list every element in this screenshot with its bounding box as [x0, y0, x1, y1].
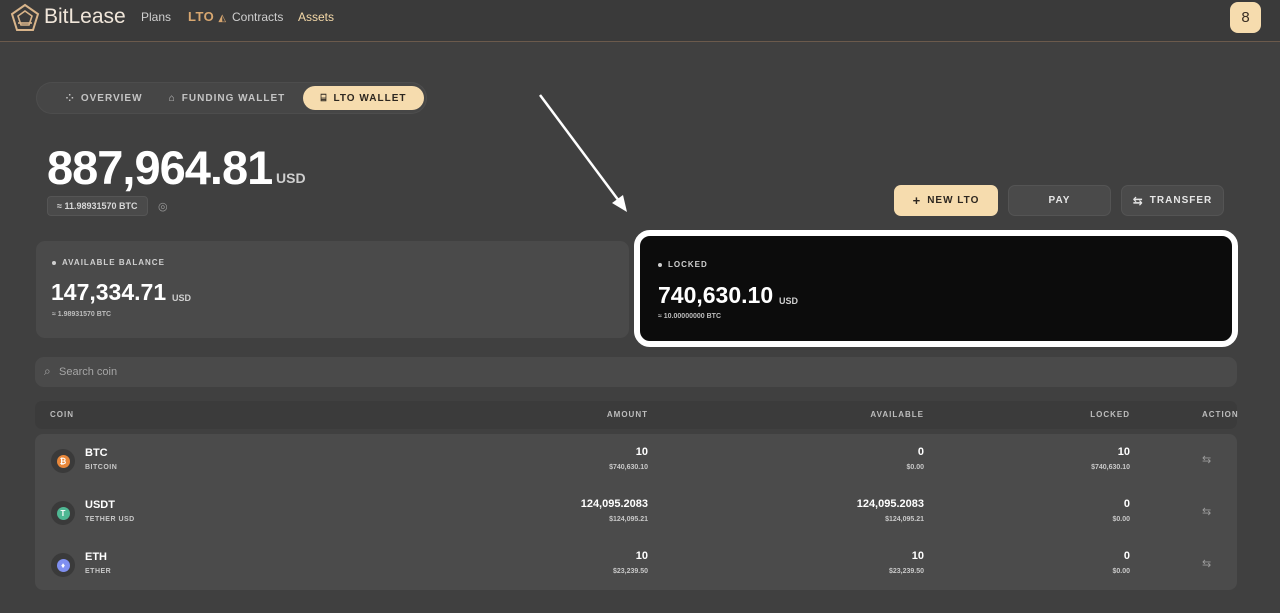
locked-value: 0 [1123, 550, 1130, 562]
locked-value: 0 [1123, 498, 1130, 510]
header-amount: AMOUNT [606, 410, 648, 419]
ethereum-icon: ♦ [56, 558, 70, 572]
header-coin: COIN [50, 410, 74, 419]
coin-name: TETHER USD [85, 516, 135, 523]
header-available: AVAILABLE [870, 410, 924, 419]
btc-coin-icon: ₿ [51, 449, 75, 473]
search-icon: ⌕ [44, 364, 51, 378]
available-value: 10 [911, 550, 924, 562]
search-bar: ⌕ [35, 357, 1237, 387]
coin-table-body: ₿ BTC BITCOIN 10 $740,630.10 0 $0.00 10 … [35, 434, 1237, 590]
amount-usd: $23,239.50 [612, 568, 648, 575]
header-locked: LOCKED [1090, 410, 1130, 419]
available-value: 124,095.2083 [856, 498, 924, 510]
amount-usd: $124,095.21 [609, 516, 648, 523]
table-header: COIN AMOUNT AVAILABLE LOCKED ACTION [35, 401, 1239, 429]
coin-symbol: ETH [85, 551, 107, 563]
amount-usd: $740,630.10 [609, 464, 648, 471]
available-usd: $23,239.50 [888, 568, 924, 575]
coin-name: BITCOIN [85, 464, 118, 471]
table-row[interactable]: ₿ BTC BITCOIN 10 $740,630.10 0 $0.00 10 … [35, 434, 1237, 486]
table-row[interactable]: ♦ ETH ETHER 10 $23,239.50 10 $23,239.50 … [35, 538, 1237, 590]
transfer-action-icon[interactable]: ⇆ [1202, 557, 1211, 570]
table-row[interactable]: T USDT TETHER USD 124,095.2083 $124,095.… [35, 486, 1237, 538]
bitcoin-icon: ₿ [56, 454, 70, 468]
amount-value: 10 [635, 446, 648, 458]
usdt-coin-icon: T [51, 501, 75, 525]
header-action: ACTION [1202, 410, 1239, 419]
tether-icon: T [56, 506, 70, 520]
search-input[interactable] [59, 362, 959, 382]
eth-coin-icon: ♦ [51, 553, 75, 577]
locked-value: 10 [1117, 446, 1130, 458]
coin-symbol: USDT [85, 499, 115, 511]
transfer-action-icon[interactable]: ⇆ [1202, 505, 1211, 518]
available-usd: $124,095.21 [885, 516, 924, 523]
locked-usd: $0.00 [1112, 516, 1130, 523]
coin-name: ETHER [85, 568, 112, 575]
amount-value: 10 [635, 550, 648, 562]
available-usd: $0.00 [906, 464, 924, 471]
amount-value: 124,095.2083 [580, 498, 648, 510]
locked-usd: $0.00 [1112, 568, 1130, 575]
coin-symbol: BTC [85, 447, 108, 459]
available-value: 0 [917, 446, 924, 458]
transfer-action-icon[interactable]: ⇆ [1202, 453, 1211, 466]
locked-usd: $740,630.10 [1091, 464, 1130, 471]
